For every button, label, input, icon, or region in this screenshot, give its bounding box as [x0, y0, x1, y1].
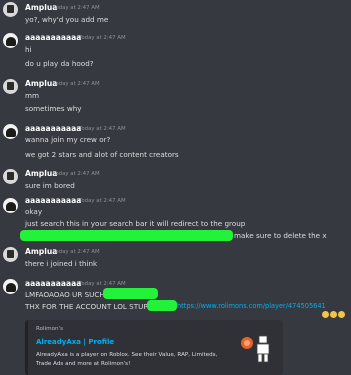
redaction-mark: [147, 300, 177, 311]
timestamp: Today at 2:47 AM: [79, 35, 126, 41]
embed-thumbnail[interactable]: [237, 334, 277, 364]
message-text: okay: [25, 207, 43, 216]
message-text: wanna join my crew or?: [25, 135, 111, 144]
message-text: there i joined i think: [25, 259, 98, 268]
redaction-mark: [20, 230, 233, 241]
timestamp: Today at 2:47 AM: [53, 81, 100, 87]
roblox-avatar-icon: [241, 335, 270, 363]
author-name[interactable]: aaaaaaaaaaa: [25, 196, 81, 205]
message-text: LMFAOAOAO UR SUCH: [25, 290, 105, 299]
redaction-mark: [103, 288, 158, 299]
message-text: do u play da hood?: [25, 59, 94, 68]
message-text: we got 2 stars and alot of content creat…: [25, 150, 179, 159]
chat-log: Amplua Today at 2:47 AM yo?, why'd you a…: [0, 0, 351, 375]
message-text: sure im bored: [25, 181, 75, 190]
avatar[interactable]: [3, 2, 18, 17]
link-embed: Rolimon's AlreadyAxa | Profile AlreadyAx…: [25, 320, 283, 375]
timestamp: Today at 2:47 AM: [53, 171, 100, 177]
avatar[interactable]: [3, 198, 18, 213]
rolimons-link[interactable]: https://www.rolimons.com/player/47450564…: [177, 302, 326, 310]
message-text: make sure to delete the x: [234, 231, 327, 240]
avatar[interactable]: [3, 279, 18, 294]
author-name[interactable]: aaaaaaaaaaa: [25, 33, 81, 42]
avatar[interactable]: [3, 79, 18, 94]
timestamp: Today at 2:47 AM: [79, 281, 126, 287]
laughing-emoji-icon: [330, 311, 337, 318]
avatar[interactable]: [3, 169, 18, 184]
emoji-reaction: [321, 302, 345, 321]
message-text: hi: [25, 45, 32, 54]
avatar[interactable]: [3, 124, 18, 139]
timestamp: Today at 2:47 AM: [53, 5, 100, 11]
embed-title-link[interactable]: AlreadyAxa | Profile: [36, 338, 114, 346]
author-name[interactable]: aaaaaaaaaaa: [25, 124, 81, 133]
laughing-emoji-icon: [322, 311, 329, 318]
timestamp: Today at 2:47 AM: [79, 198, 126, 204]
message-text: yo?, why'd you add me: [25, 15, 109, 24]
laughing-emoji-icon: [338, 311, 345, 318]
message-text: just search this in your search bar it w…: [25, 219, 246, 228]
timestamp: Today at 2:47 AM: [53, 249, 100, 255]
message-text: sometimes why: [25, 104, 82, 113]
avatar[interactable]: [3, 247, 18, 262]
avatar[interactable]: [3, 33, 18, 48]
timestamp: Today at 2:47 AM: [79, 126, 126, 132]
author-name[interactable]: aaaaaaaaaaa: [25, 279, 81, 288]
message-text: THX FOR THE ACCOUNT LOL STUPID: [25, 302, 156, 311]
message-text: mm: [25, 91, 40, 100]
embed-description: AlreadyAxa is a player on Roblox. See th…: [36, 352, 218, 367]
embed-provider[interactable]: Rolimon's: [36, 326, 63, 332]
